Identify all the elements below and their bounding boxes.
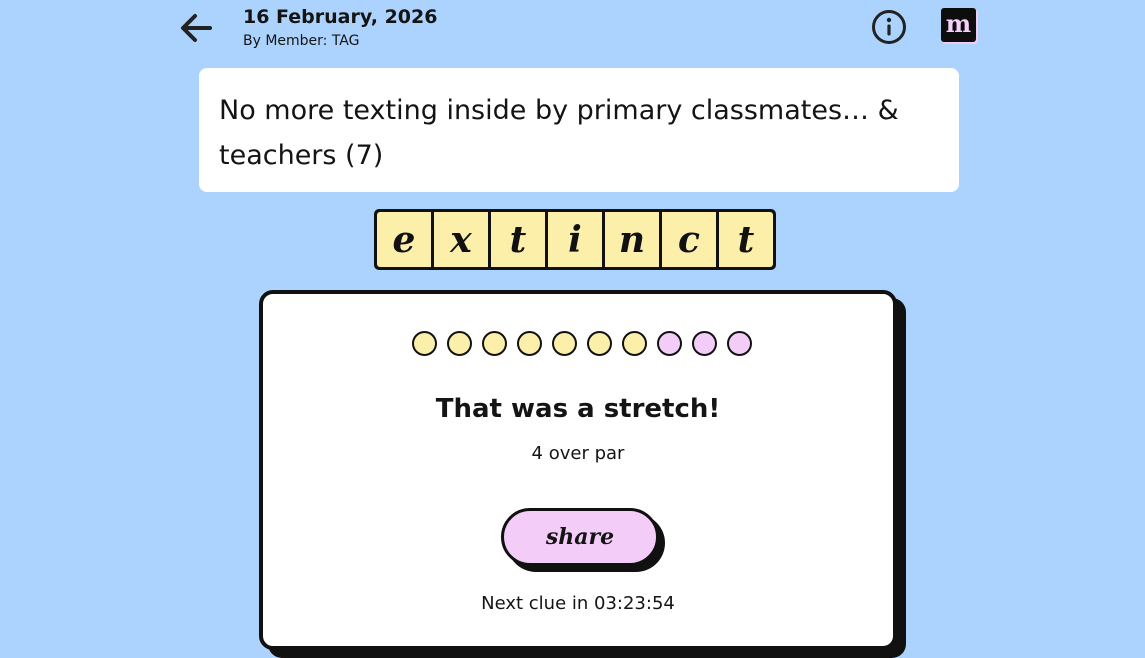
attempt-dots bbox=[412, 331, 752, 356]
answer-tile: c bbox=[662, 212, 716, 267]
puzzle-date: 16 February, 2026 bbox=[243, 6, 438, 28]
attempt-dot-used bbox=[447, 331, 472, 356]
info-circle-icon bbox=[872, 10, 906, 44]
next-clue-countdown: Next clue in 03:23:54 bbox=[481, 593, 675, 614]
arrow-left-icon bbox=[181, 14, 212, 42]
answer-tile: t bbox=[491, 212, 545, 267]
answer-tile: t bbox=[719, 212, 773, 267]
result-title: That was a stretch! bbox=[435, 394, 721, 424]
logo-letter: m bbox=[945, 9, 972, 38]
answer-tile: e bbox=[377, 212, 431, 267]
attempt-dot-unused bbox=[657, 331, 682, 356]
answer-tiles: extinct bbox=[374, 209, 776, 270]
attempt-dot-used bbox=[482, 331, 507, 356]
puzzle-author: By Member: TAG bbox=[243, 33, 360, 49]
answer-tile: i bbox=[548, 212, 602, 267]
result-card: That was a stretch! 4 over par share Nex… bbox=[259, 290, 897, 650]
answer-tile: x bbox=[434, 212, 488, 267]
answer-tile: n bbox=[605, 212, 659, 267]
attempt-dot-unused bbox=[727, 331, 752, 356]
clue-text: No more texting inside by primary classm… bbox=[219, 95, 899, 171]
attempt-dot-used bbox=[622, 331, 647, 356]
back-button[interactable] bbox=[176, 8, 216, 48]
info-button[interactable] bbox=[870, 8, 908, 46]
clue-card: No more texting inside by primary classm… bbox=[199, 68, 959, 192]
attempt-dot-used bbox=[412, 331, 437, 356]
app-logo[interactable]: m bbox=[941, 8, 976, 42]
attempt-dot-used bbox=[552, 331, 577, 356]
share-button[interactable]: share bbox=[501, 508, 659, 566]
attempt-dot-unused bbox=[692, 331, 717, 356]
attempt-dot-used bbox=[517, 331, 542, 356]
attempt-dot-used bbox=[587, 331, 612, 356]
puzzle-header: 16 February, 2026 By Member: TAG bbox=[243, 5, 437, 51]
result-subtitle: 4 over par bbox=[531, 443, 625, 464]
